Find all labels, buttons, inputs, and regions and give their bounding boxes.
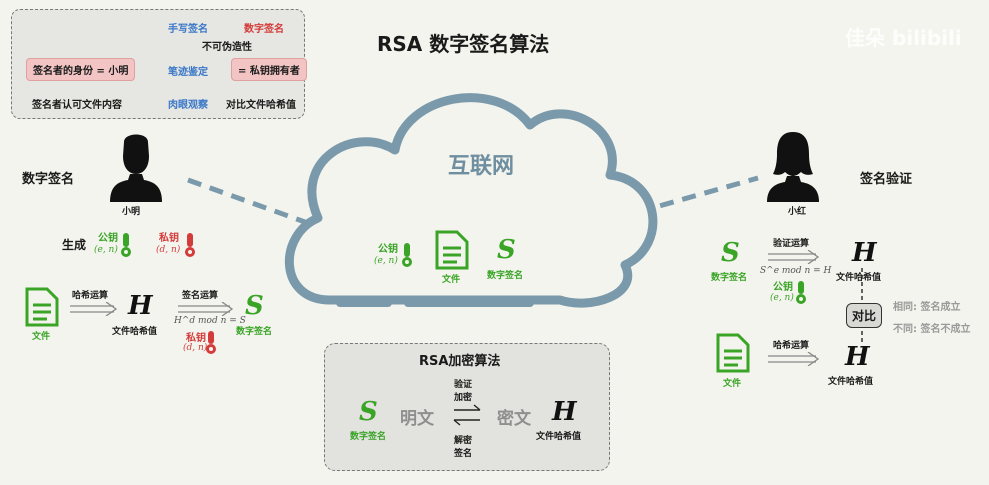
right-hash2-symbol: H	[845, 342, 870, 372]
double-arrow-right-icon	[768, 352, 820, 366]
rsa-digital-signature-label: 数字签名	[350, 432, 387, 442]
legend-visual-inspect: 肉眼观察	[168, 100, 208, 111]
rsa-box-title: RSA加密算法	[419, 354, 501, 369]
rsa-file-hash-label: 文件哈希值	[536, 432, 582, 442]
green-key-icon	[402, 243, 412, 267]
left-file-hash-label: 文件哈希值	[112, 327, 158, 337]
legend-handwritten: 手写签名	[168, 24, 208, 35]
rsa-plaintext: 明文	[400, 409, 434, 429]
double-arrow-right-icon	[70, 302, 118, 316]
left-public-key-pair: (e, n)	[94, 245, 118, 255]
file-icon	[25, 287, 59, 327]
cloud-label: 互联网	[448, 154, 515, 179]
rsa-sign-label: 签名	[454, 449, 473, 459]
rsa-hash-symbol: H	[552, 397, 577, 427]
red-key-icon	[185, 233, 195, 257]
left-section-title: 数字签名	[22, 172, 75, 187]
legend-acknowledge: 签名者认可文件内容	[32, 100, 122, 111]
cloud-file-label: 文件	[442, 275, 461, 285]
legend-unforgeable: 不可伪造性	[202, 42, 252, 53]
legend-compare-hash: 对比文件哈希值	[226, 100, 296, 111]
person-icon	[767, 132, 819, 202]
person-name-xiaoming: 小明	[122, 207, 141, 217]
left-private-key2-pair: (d, n)	[183, 343, 208, 353]
right-digital-signature-label: 数字签名	[711, 273, 748, 283]
green-key-icon	[796, 281, 806, 304]
cloud-public-key-pair: (e, n)	[374, 256, 398, 266]
double-arrow-right-icon	[768, 250, 820, 264]
right-hash-symbol: H	[852, 238, 877, 268]
legend-private-key-owner: = 私钥拥有者	[231, 58, 307, 81]
page-title: RSA 数字签名算法	[377, 32, 550, 56]
cloud-signature-symbol: S	[497, 235, 516, 265]
left-digital-signature-label: 数字签名	[236, 327, 273, 337]
file-icon	[435, 230, 469, 270]
left-signature-symbol: S	[245, 291, 264, 321]
rsa-signature-symbol: S	[359, 397, 378, 427]
red-key-icon	[206, 331, 216, 354]
left-sign-op-label: 签名运算	[182, 291, 219, 301]
generate-label: 生成	[62, 238, 87, 252]
right-signature-symbol: S	[721, 238, 740, 268]
rsa-encrypt-label: 加密	[454, 393, 473, 403]
rsa-ciphertext: 密文	[497, 409, 531, 429]
file-icon	[716, 333, 750, 373]
person-name-xiaohong: 小红	[788, 207, 807, 217]
legend-identity: 签名者的身份 = 小明	[26, 58, 136, 81]
left-private-key-pair: (d, n)	[156, 245, 181, 255]
rsa-verify-label: 验证	[454, 380, 473, 390]
right-file-hash2-label: 文件哈希值	[828, 377, 874, 387]
right-public-key-pair: (e, n)	[770, 293, 794, 303]
right-section-title: 签名验证	[860, 172, 913, 187]
cloud-digital-signature-label: 数字签名	[487, 271, 524, 281]
watermark: 佳朵 bilibili	[845, 26, 962, 50]
compare-same-text: 相同: 签名成立	[893, 302, 961, 313]
left-hash-op-label: 哈希运算	[72, 291, 109, 301]
left-public-key-label: 公钥	[98, 233, 118, 244]
right-verify-op-label: 验证运算	[773, 239, 810, 249]
right-file-hash-label: 文件哈希值	[836, 273, 882, 283]
double-arrow-right-icon	[178, 302, 234, 316]
compare-different-text: 不同: 签名不成立	[893, 324, 971, 335]
rsa-decrypt-label: 解密	[454, 436, 473, 446]
left-private-key-label: 私钥	[159, 233, 179, 244]
bidirectional-arrow-icon	[453, 404, 481, 426]
right-public-key-label: 公钥	[773, 282, 793, 293]
cloud-public-key-label: 公钥	[378, 244, 398, 255]
left-file-label: 文件	[32, 332, 51, 342]
internet-cloud	[284, 93, 658, 308]
compare-badge: 对比	[846, 303, 883, 328]
legend-digital: 数字签名	[244, 24, 284, 35]
person-icon	[110, 134, 162, 202]
right-file-label: 文件	[723, 379, 742, 389]
left-hash-symbol: H	[128, 291, 153, 321]
right-verify-formula: S^e mod n = H	[760, 266, 832, 276]
green-key-icon	[121, 233, 131, 257]
legend-handwriting-id: 笔迹鉴定	[168, 67, 208, 78]
right-hash-op-label: 哈希运算	[773, 341, 810, 351]
